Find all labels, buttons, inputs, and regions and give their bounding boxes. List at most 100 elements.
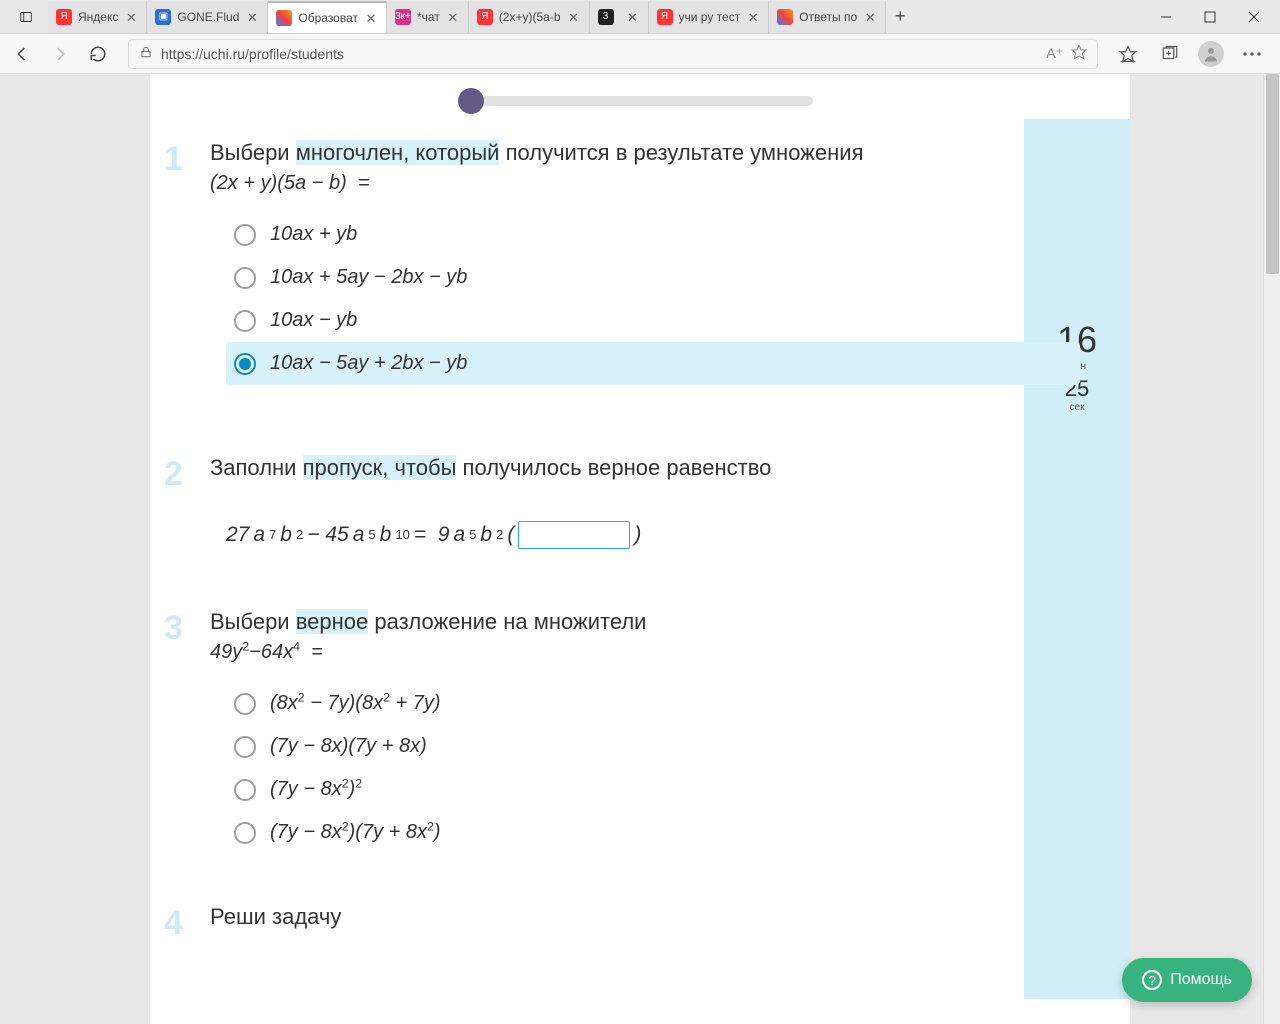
maximize-button[interactable]: [1188, 1, 1232, 33]
question-title-highlight: многочлен, который: [296, 140, 500, 165]
window-controls: [1144, 1, 1276, 33]
question-number: 1: [164, 140, 183, 179]
question-number: 4: [164, 904, 183, 943]
option-1[interactable]: 10ax + yb: [226, 213, 1080, 256]
progress-bar: [150, 74, 1130, 114]
tab-label: (2x+y)(5a-b: [499, 10, 561, 24]
viewport: 16 мин 25 сек 1 Выбери многочлен, которы…: [0, 74, 1280, 1024]
options-list: (8x2 − 7y)(8x2 + 7y) (7y − 8x)(7y + 8x) …: [180, 664, 1080, 854]
option-4-selected[interactable]: 10ax − 5ay + 2bx − yb: [226, 342, 1080, 385]
tab-uchi-active[interactable]: Образоват ✕: [268, 1, 387, 33]
close-icon[interactable]: ✕: [364, 11, 378, 25]
tab-label: GONE.Flud: [177, 10, 239, 24]
close-icon[interactable]: ✕: [746, 10, 760, 24]
question-title: Выбери верное разложение на множители: [180, 609, 1080, 635]
option-1[interactable]: (8x2 − 7y)(8x2 + 7y): [226, 682, 1080, 725]
question-title-post: разложение на множители: [368, 609, 646, 634]
option-label: (7y − 8x2)(7y + 8x2): [270, 821, 441, 844]
tab-uchi-test[interactable]: Яучи ру тест✕: [649, 1, 770, 33]
help-button[interactable]: ? Помощь: [1122, 958, 1252, 1002]
help-icon: ?: [1142, 970, 1162, 990]
scrollbar-thumb[interactable]: [1266, 74, 1279, 274]
question-title-pre: Выбери: [210, 609, 296, 634]
close-icon[interactable]: ✕: [446, 10, 460, 24]
question-title-highlight: пропуск, чтобы: [303, 455, 457, 480]
question-title: Реши задачу: [180, 904, 1080, 930]
option-label: 10ax − 5ay + 2bx − yb: [270, 352, 467, 375]
option-3[interactable]: 10ax − yb: [226, 299, 1080, 342]
question-title-post: получилось верное равенство: [456, 455, 771, 480]
minimize-button[interactable]: [1144, 1, 1188, 33]
equation: 27a7b2 − 45a5b10 = 9a5b2( ): [180, 481, 1080, 549]
question-title-highlight: верное: [296, 609, 369, 634]
back-button[interactable]: [8, 40, 36, 68]
tab-bar: ЯЯндекс✕ ▣GONE.Flud✕ Образоват✕ 3к+*чат✕…: [48, 0, 1144, 34]
option-3[interactable]: (7y − 8x2)2: [226, 768, 1080, 811]
progress-knob[interactable]: [458, 88, 484, 114]
question-title-pre: Выбери: [210, 140, 296, 165]
page-content: 16 мин 25 сек 1 Выбери многочлен, которы…: [150, 74, 1130, 1024]
browser-toolbar: https://uchi.ru/profile/students A⁺: [0, 34, 1280, 74]
refresh-button[interactable]: [84, 40, 112, 68]
question-4: 4 Реши задачу: [150, 854, 1130, 930]
question-expression: (2x + y)(5a − b) =: [180, 172, 1080, 195]
option-2[interactable]: (7y − 8x)(7y + 8x): [226, 725, 1080, 768]
favorites-icon[interactable]: [1114, 40, 1142, 68]
radio-icon: [234, 822, 256, 844]
read-aloud-icon[interactable]: A⁺: [1046, 45, 1063, 62]
url-text: https://uchi.ru/profile/students: [161, 46, 344, 62]
tab-chat[interactable]: 3к+*чат✕: [387, 1, 469, 33]
lock-icon: [139, 45, 153, 62]
question-title-post: получится в результате умножения: [499, 140, 863, 165]
option-label: 10ax − yb: [270, 309, 357, 332]
question-expression: 49y2−64x4 =: [180, 641, 1080, 664]
radio-icon: [234, 353, 256, 375]
option-label: (7y − 8x2)2: [270, 778, 362, 801]
close-icon[interactable]: ✕: [567, 10, 581, 24]
tab-dark[interactable]: 3✕: [590, 1, 649, 33]
tab-label: Яндекс: [78, 10, 118, 24]
radio-icon: [234, 736, 256, 758]
sidebar-toggle-icon[interactable]: [4, 1, 48, 33]
radio-icon: [234, 310, 256, 332]
tab-label: Ответы по: [799, 10, 857, 24]
option-label: 10ax + yb: [270, 223, 357, 246]
forward-button[interactable]: [46, 40, 74, 68]
tab-answers[interactable]: Ответы по ✕: [769, 1, 886, 33]
vertical-scrollbar[interactable]: [1263, 74, 1280, 1024]
tab-label: *чат: [417, 10, 440, 24]
more-icon[interactable]: [1238, 40, 1266, 68]
close-icon[interactable]: ✕: [245, 10, 259, 24]
option-2[interactable]: 10ax + 5ay − 2bx − yb: [226, 256, 1080, 299]
help-label: Помощь: [1170, 971, 1232, 989]
option-label: 10ax + 5ay − 2bx − yb: [270, 266, 467, 289]
tab-yandex[interactable]: ЯЯндекс✕: [48, 1, 147, 33]
radio-icon: [234, 779, 256, 801]
blank-input[interactable]: [518, 521, 630, 549]
close-icon[interactable]: ✕: [124, 10, 138, 24]
tab-label: Образоват: [298, 11, 358, 25]
close-window-button[interactable]: [1232, 1, 1276, 33]
option-4[interactable]: (7y − 8x2)(7y + 8x2): [226, 811, 1080, 854]
title-bar: ЯЯндекс✕ ▣GONE.Flud✕ Образоват✕ 3к+*чат✕…: [0, 0, 1280, 34]
question-title-pre: Заполни: [210, 455, 303, 480]
profile-avatar[interactable]: [1198, 41, 1224, 67]
question-3: 3 Выбери верное разложение на множители …: [150, 549, 1130, 854]
close-icon[interactable]: ✕: [626, 10, 640, 24]
radio-icon: [234, 693, 256, 715]
option-label: (7y − 8x)(7y + 8x): [270, 735, 427, 758]
new-tab-button[interactable]: +: [886, 6, 914, 27]
address-bar[interactable]: https://uchi.ru/profile/students A⁺: [128, 39, 1098, 69]
question-title: Заполни пропуск, чтобы получилось верное…: [180, 455, 1080, 481]
question-title: Выбери многочлен, который получится в ре…: [180, 140, 1080, 166]
option-label: (8x2 − 7y)(8x2 + 7y): [270, 692, 441, 715]
question-number: 3: [164, 609, 183, 648]
favorite-star-icon[interactable]: [1071, 44, 1087, 63]
close-icon[interactable]: ✕: [863, 10, 877, 24]
collections-icon[interactable]: [1156, 40, 1184, 68]
tab-label: учи ру тест: [679, 10, 741, 24]
tab-gonefludd[interactable]: ▣GONE.Flud✕: [147, 1, 268, 33]
tab-2xy5ab[interactable]: Я(2x+y)(5a-b✕: [469, 1, 590, 33]
radio-icon: [234, 224, 256, 246]
question-1: 1 Выбери многочлен, который получится в …: [150, 114, 1130, 385]
